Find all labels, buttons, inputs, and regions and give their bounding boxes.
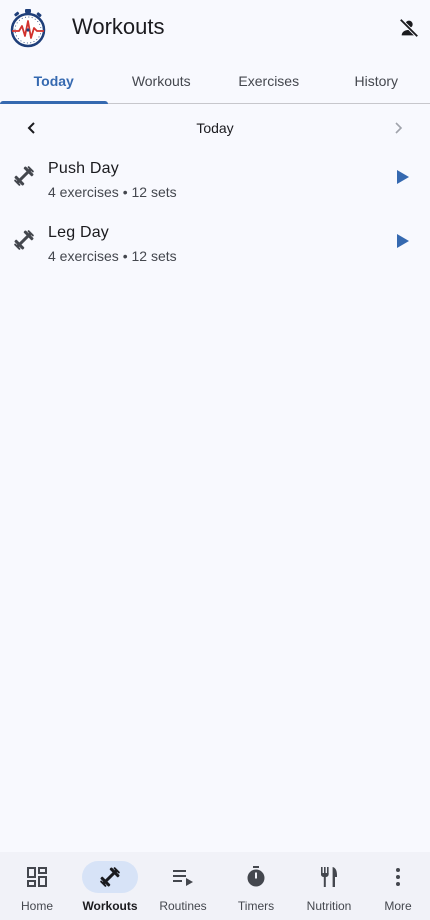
date-navigator: Today	[0, 110, 430, 146]
tab-workouts[interactable]: Workouts	[108, 58, 216, 103]
nav-item-timers[interactable]: Timers	[226, 852, 286, 920]
tab-bar: Today Workouts Exercises History	[0, 58, 430, 104]
playlist-play-icon	[155, 861, 211, 893]
nav-item-routines[interactable]: Routines	[152, 852, 214, 920]
nav-label: Routines	[159, 899, 207, 913]
workout-item[interactable]: Leg Day 4 exercises • 12 sets	[0, 216, 430, 280]
play-icon[interactable]	[390, 164, 416, 190]
workout-summary: 4 exercises • 12 sets	[48, 184, 177, 200]
bottom-navigation: Home Workouts Routines Timers Nutrition …	[0, 852, 430, 920]
stopwatch-heartbeat-logo	[8, 8, 48, 48]
tab-history[interactable]: History	[323, 58, 430, 103]
tab-exercises[interactable]: Exercises	[215, 58, 323, 103]
chevron-right-icon[interactable]	[384, 116, 412, 140]
dumbbell-icon	[12, 228, 36, 252]
more-vertical-icon	[370, 861, 426, 893]
nav-item-nutrition[interactable]: Nutrition	[298, 852, 360, 920]
person-off-icon[interactable]	[394, 12, 424, 44]
nav-item-more[interactable]: More	[370, 852, 426, 920]
play-icon[interactable]	[390, 228, 416, 254]
page-title: Workouts	[72, 14, 165, 39]
tab-today[interactable]: Today	[0, 58, 108, 104]
timer-icon	[228, 861, 284, 893]
workout-summary: 4 exercises • 12 sets	[48, 248, 177, 264]
dumbbell-icon	[12, 164, 36, 188]
nav-label: Home	[20, 899, 53, 913]
dashboard-icon	[9, 861, 65, 893]
workout-name: Push Day	[48, 160, 119, 177]
nav-label: Nutrition	[306, 899, 352, 913]
nav-item-workouts[interactable]: Workouts	[78, 852, 142, 920]
nav-item-home[interactable]: Home	[8, 852, 66, 920]
app-bar: Workouts	[0, 0, 430, 56]
date-label: Today	[196, 120, 234, 136]
nav-label: Workouts	[82, 899, 138, 913]
nav-label: Timers	[237, 899, 275, 913]
nav-label: More	[384, 899, 412, 913]
workout-name: Leg Day	[48, 224, 109, 241]
dumbbell-icon	[82, 861, 138, 893]
fork-knife-icon	[301, 861, 357, 893]
workout-item[interactable]: Push Day 4 exercises • 12 sets	[0, 152, 430, 216]
